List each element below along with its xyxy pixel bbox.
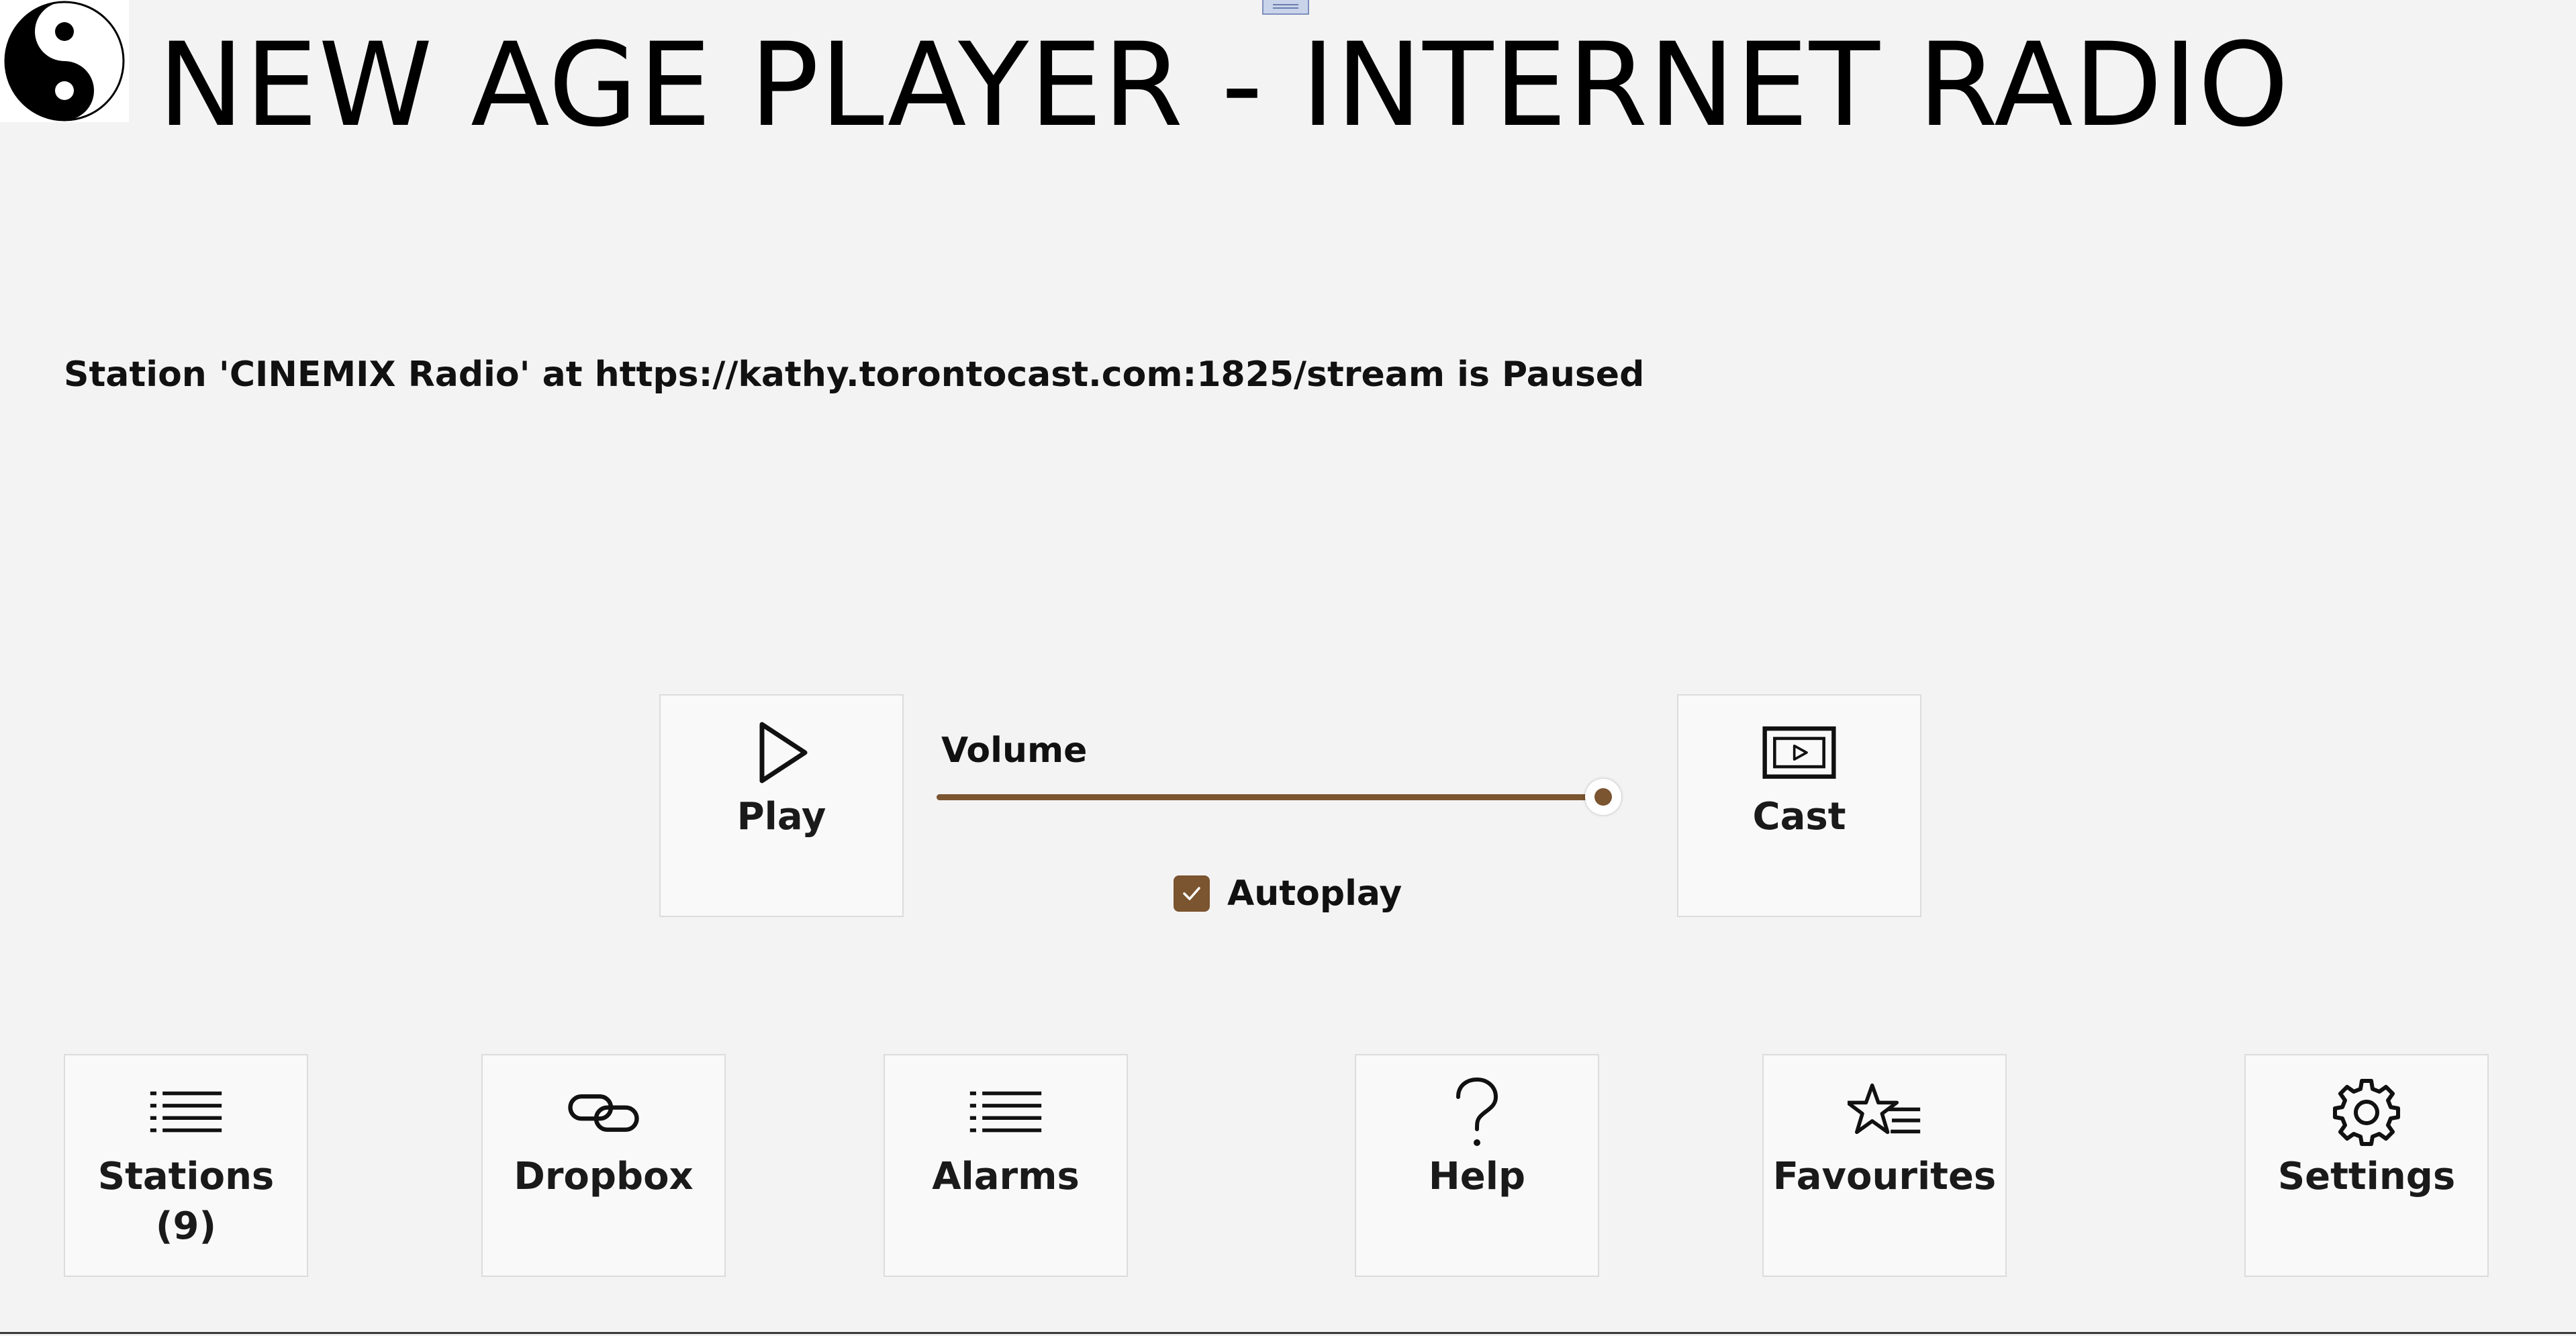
question-icon [1456,1077,1498,1146]
bottom-divider [0,1332,2576,1334]
help-label: Help [1428,1155,1526,1198]
volume-thumb[interactable] [1585,779,1621,815]
cast-label: Cast [1752,795,1846,839]
stations-label: Stations (9) [98,1152,275,1251]
volume-slider[interactable] [937,779,1641,815]
list-icon [969,1091,1042,1133]
star-list-icon [1848,1083,1921,1135]
autoplay-toggle[interactable]: Autoplay [1174,870,1402,917]
cast-button[interactable]: Cast [1677,694,1921,917]
dropbox-button[interactable]: Dropbox [481,1054,726,1277]
yin-yang-icon [4,1,125,122]
play-label: Play [736,795,826,839]
favourites-label: Favourites [1772,1155,1997,1198]
list-icon [150,1091,222,1133]
dropbox-label: Dropbox [514,1155,694,1198]
app-logo [0,0,129,122]
settings-button[interactable]: Settings [2244,1054,2489,1277]
link-icon [568,1094,639,1132]
alarms-button[interactable]: Alarms [884,1054,1128,1277]
play-button[interactable]: Play [659,694,904,917]
cast-icon [1762,726,1836,779]
volume-track [937,794,1621,800]
settings-label: Settings [2277,1155,2456,1198]
window-grip[interactable] [1262,0,1309,15]
autoplay-label: Autoplay [1227,873,1402,914]
stations-count: (9) [155,1204,217,1248]
app-title: NEW AGE PLAYER - INTERNET RADIO [158,17,2290,152]
play-icon [759,722,808,783]
volume-label: Volume [941,730,1088,771]
autoplay-checkbox[interactable] [1174,875,1210,912]
favourites-button[interactable]: Favourites [1762,1054,2007,1277]
stations-button[interactable]: Stations (9) [64,1054,308,1277]
gear-icon [2333,1079,2400,1146]
checkmark-icon [1183,887,1200,900]
station-status: Station 'CINEMIX Radio' at https://kathy… [64,354,1645,395]
volume-fill [937,794,1621,800]
help-button[interactable]: Help [1355,1054,1599,1277]
alarms-label: Alarms [932,1155,1080,1198]
